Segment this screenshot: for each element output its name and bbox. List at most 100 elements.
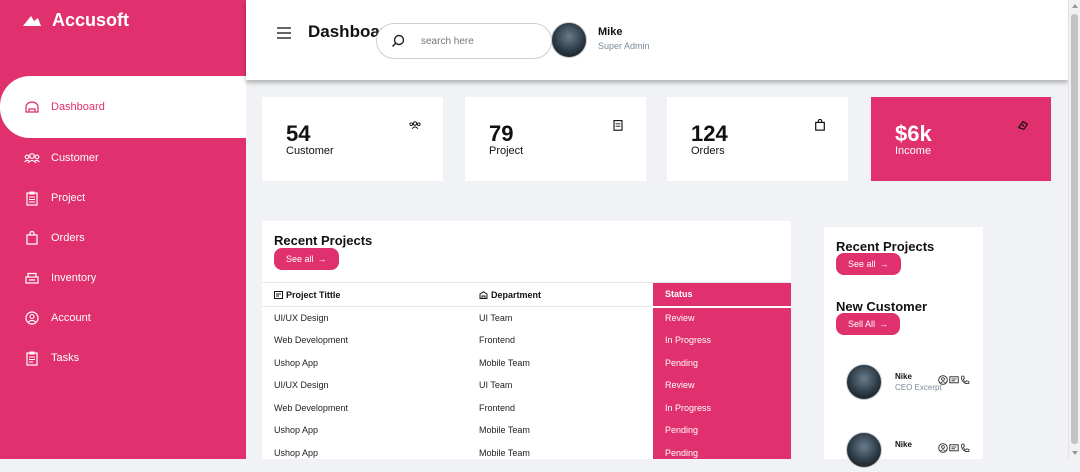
see-all-button[interactable]: See all → <box>836 253 901 275</box>
bag-icon <box>24 230 40 246</box>
column-header[interactable]: Status <box>653 282 791 308</box>
customer-actions <box>938 443 970 453</box>
stat-label: Project <box>489 145 524 157</box>
button-label: See all <box>286 254 314 264</box>
table-row[interactable]: Ushop App Mobile Team Pending <box>262 351 791 374</box>
arrow-right-icon: → <box>879 259 889 269</box>
inventory-icon <box>24 270 40 286</box>
sidebar-item-label: Account <box>51 312 91 324</box>
table-row[interactable]: Ushop App Mobile Team Pending <box>262 441 791 459</box>
stat-card-orders[interactable]: 124 Orders <box>667 97 848 181</box>
cell-department: Mobile Team <box>479 447 530 458</box>
table-row[interactable]: Web Development Frontend In Progress <box>262 396 791 419</box>
profile-icon[interactable] <box>938 443 948 453</box>
message-icon[interactable] <box>949 443 959 453</box>
topbar: Dashboard Mike Super Admin <box>246 0 1068 80</box>
sidebar-item-label: Orders <box>51 232 85 244</box>
cell-project-title: UI/UX Design <box>274 313 329 323</box>
sidebar-item-project[interactable]: Project <box>0 178 246 218</box>
sidebar-item-label: Inventory <box>51 272 97 284</box>
table-row[interactable]: Web Development Frontend In Progress <box>262 329 791 352</box>
sidebar-item-dashboard[interactable]: Dashboard <box>0 76 246 138</box>
menu-toggle-icon[interactable] <box>276 26 292 40</box>
stat-card-project[interactable]: 79 Project <box>465 97 646 181</box>
customer-item[interactable]: Nike <box>846 432 976 472</box>
arrow-right-icon: → <box>317 254 327 264</box>
avatar[interactable] <box>551 22 587 58</box>
cell-department: Frontend <box>479 335 516 346</box>
brand[interactable]: Accusoft <box>22 10 129 31</box>
cell-project-title: Ushop App <box>274 357 319 368</box>
phone-icon[interactable] <box>960 443 970 453</box>
see-all-button[interactable]: See all → <box>274 248 339 270</box>
column-header[interactable]: Department <box>479 282 653 307</box>
sidebar-item-label: Dashboard <box>51 101 105 113</box>
cell-department: Mobile Team <box>479 357 530 368</box>
recent-projects-panel: Recent Projects See all → Project Tittle… <box>262 221 791 459</box>
stat-card-customer[interactable]: 54 Customer <box>262 97 443 181</box>
cell-department: Mobile Team <box>479 425 530 436</box>
stat-card-income[interactable]: $6k Income <box>871 97 1051 181</box>
phone-icon[interactable] <box>960 375 970 385</box>
customer-actions <box>938 375 970 385</box>
page-scrollbar[interactable] <box>1068 0 1080 459</box>
cell-status: Pending <box>653 351 791 374</box>
cell-status: Pending <box>653 441 791 459</box>
side-panel: Recent Projects See all → New Customer S… <box>824 227 983 468</box>
profile-icon[interactable] <box>938 375 948 385</box>
logo-icon <box>23 15 41 26</box>
search-input[interactable] <box>421 35 531 47</box>
stat-label: Orders <box>691 145 725 157</box>
department-icon <box>479 290 488 299</box>
title-icon <box>274 290 283 299</box>
users-icon <box>409 121 421 130</box>
column-header[interactable]: Project Tittle <box>262 282 479 307</box>
table-header-row: Project Tittle Department Status <box>262 282 791 308</box>
stat-value: $6k <box>895 121 932 146</box>
cell-status: Review <box>653 374 791 397</box>
section-title: New Customer <box>836 299 928 314</box>
search-icon <box>391 34 405 48</box>
sidebar-item-orders[interactable]: Orders <box>0 218 246 258</box>
stat-label: Customer <box>286 145 334 157</box>
customer-item[interactable]: Nike CEO Excerpt <box>846 364 976 404</box>
brand-name: Accusoft <box>52 10 130 30</box>
message-icon[interactable] <box>949 375 959 385</box>
cell-status: Review <box>653 306 791 329</box>
cell-project-title: Web Development <box>274 335 348 346</box>
sidebar-item-account[interactable]: Account <box>0 298 246 338</box>
table-row[interactable]: UI/UX Design UI Team Review <box>262 306 791 329</box>
stat-value: 54 <box>286 121 311 146</box>
dashboard-icon <box>24 99 40 115</box>
button-label: See all <box>848 259 876 269</box>
cell-project-title: UI/UX Design <box>274 380 329 391</box>
cell-project-title: Ushop App <box>274 425 319 436</box>
sell-all-button[interactable]: Sell All → <box>836 313 901 335</box>
user-info[interactable]: Mike Super Admin <box>598 26 650 51</box>
cell-department: UI Team <box>479 380 513 391</box>
sidebar-nav: Dashboard Customer Project Orders Invent… <box>0 76 246 378</box>
cell-status: Pending <box>653 419 791 442</box>
clipboard-icon <box>24 190 40 206</box>
scroll-up-icon[interactable] <box>1072 4 1078 8</box>
stat-label: Income <box>895 145 932 157</box>
scroll-thumb[interactable] <box>1071 14 1078 444</box>
sidebar-item-inventory[interactable]: Inventory <box>0 258 246 298</box>
avatar <box>846 364 882 400</box>
table-row[interactable]: Ushop App Mobile Team Pending <box>262 419 791 442</box>
search-box[interactable] <box>376 23 552 59</box>
sidebar-item-tasks[interactable]: Tasks <box>0 338 246 378</box>
projects-table: Project Tittle Department Status UI/UX D… <box>262 282 791 459</box>
users-icon <box>24 150 40 166</box>
customer-name: Nike <box>895 440 912 449</box>
sidebar-item-customer[interactable]: Customer <box>0 138 246 178</box>
section-title: Recent Projects <box>836 239 935 254</box>
stat-value: 79 <box>489 121 514 146</box>
table-row[interactable]: UI/UX Design UI Team Review <box>262 374 791 397</box>
user-name: Mike <box>598 26 623 38</box>
customer-role: CEO Excerpt <box>895 383 942 392</box>
stat-value: 124 <box>691 121 728 146</box>
money-icon <box>1017 120 1029 130</box>
scroll-down-icon[interactable] <box>1072 451 1078 455</box>
sidebar-item-label: Project <box>51 192 86 204</box>
